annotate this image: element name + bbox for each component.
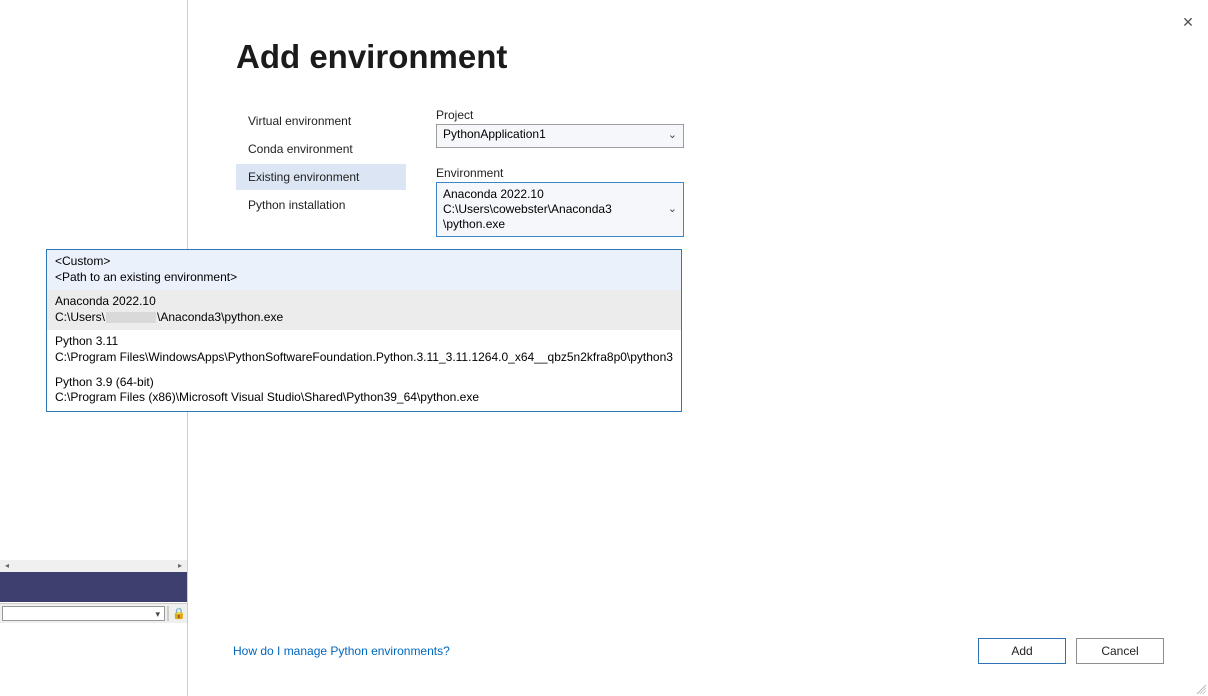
project-label: Project <box>436 108 684 122</box>
redacted-username <box>106 312 156 323</box>
close-icon: ✕ <box>1182 14 1194 30</box>
close-button[interactable]: ✕ <box>1176 10 1200 34</box>
dropdown-item-anaconda[interactable]: Anaconda 2022.10 C:\Users\\Anaconda3\pyt… <box>47 290 681 330</box>
background-dropdown[interactable] <box>2 606 165 621</box>
help-link[interactable]: How do I manage Python environments? <box>233 644 450 658</box>
cancel-button[interactable]: Cancel <box>1076 638 1164 664</box>
dialog-title: Add environment <box>236 38 507 76</box>
dropdown-item-custom[interactable]: <Custom> <Path to an existing environmen… <box>47 250 681 290</box>
nav-python-installation[interactable]: Python installation <box>236 192 406 218</box>
background-toolbar <box>0 572 187 602</box>
add-button[interactable]: Add <box>978 638 1066 664</box>
nav-existing-environment[interactable]: Existing environment <box>236 164 406 190</box>
lock-icon[interactable]: 🔒 <box>171 604 187 623</box>
resize-grip-icon[interactable] <box>1194 682 1206 694</box>
nav-virtual-environment[interactable]: Virtual environment <box>236 108 406 134</box>
nav-conda-environment[interactable]: Conda environment <box>236 136 406 162</box>
project-select[interactable]: PythonApplication1 <box>436 124 684 148</box>
env-type-nav: Virtual environment Conda environment Ex… <box>236 108 406 220</box>
dropdown-item-python311[interactable]: Python 3.11 C:\Program Files\WindowsApps… <box>47 330 681 370</box>
environment-dropdown-list[interactable]: <Custom> <Path to an existing environmen… <box>46 249 682 412</box>
environment-label: Environment <box>436 166 684 180</box>
scroll-right-icon[interactable]: ▸ <box>173 560 187 572</box>
scroll-left-icon[interactable]: ◂ <box>0 560 14 572</box>
dropdown-item-python39[interactable]: Python 3.9 (64-bit) C:\Program Files (x8… <box>47 371 681 411</box>
environment-select[interactable]: Anaconda 2022.10 C:\Users\cowebster\Anac… <box>436 182 684 237</box>
